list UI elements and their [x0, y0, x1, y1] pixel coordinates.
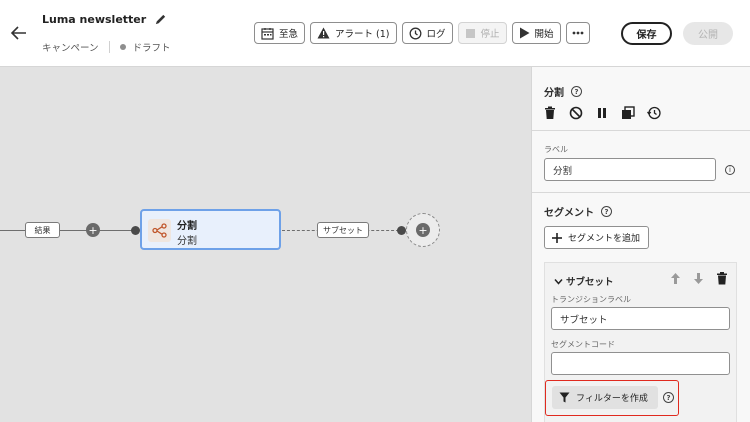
segment-code-input[interactable] [551, 352, 730, 375]
alerts-button[interactable]: アラート (1) [310, 22, 397, 44]
connector-arrow-icon [131, 225, 140, 235]
panel-actions [543, 106, 661, 120]
edge-label-result[interactable]: 結果 [25, 222, 60, 238]
move-up-icon[interactable] [670, 272, 681, 285]
help-icon[interactable]: ? [571, 86, 582, 97]
warning-icon [317, 27, 330, 39]
segment-actions [670, 272, 728, 285]
logs-label: ログ [426, 29, 446, 40]
history-clock-icon [409, 27, 421, 39]
status-label: ドラフト [132, 43, 171, 54]
create-filter-label: フィルターを作成 [576, 394, 648, 404]
filter-funnel-icon [559, 392, 570, 403]
segment-name: サブセット [566, 277, 614, 288]
node-subtitle: 分割 [177, 236, 197, 247]
connector-line [0, 230, 137, 231]
transition-label-input[interactable]: サブセット [551, 307, 730, 330]
back-arrow-icon[interactable] [10, 24, 28, 42]
alerts-label: アラート (1) [335, 29, 390, 40]
divider [108, 41, 110, 53]
move-down-icon[interactable] [693, 272, 704, 285]
breadcrumb[interactable]: キャンペーン [42, 40, 99, 54]
play-icon [519, 27, 530, 39]
add-activity-icon[interactable]: + [86, 223, 100, 237]
plus-icon [552, 232, 562, 243]
history-icon[interactable] [647, 106, 661, 120]
start-button[interactable]: 開始 [511, 22, 561, 44]
create-filter-button[interactable]: フィルターを作成 [552, 386, 658, 409]
delete-icon[interactable] [543, 106, 557, 120]
logs-button[interactable]: ログ [401, 22, 453, 44]
pencil-edit-icon[interactable] [154, 13, 167, 26]
more-options-button[interactable] [565, 22, 590, 44]
stop-button[interactable]: 停止 [457, 22, 507, 44]
divider [532, 130, 750, 131]
transition-label-label: トランジションラベル [551, 295, 631, 304]
segment-code-label: セグメントコード [551, 340, 615, 349]
delete-icon[interactable] [716, 272, 728, 285]
create-filter-highlight: フィルターを作成 ? [545, 380, 679, 416]
add-segment-button[interactable]: セグメントを追加 [544, 226, 649, 249]
split-branch-icon [148, 219, 171, 242]
calendar-icon [261, 27, 274, 40]
workflow-canvas[interactable]: 結果 + 分割 分割 サブセット + [0, 67, 531, 422]
campaign-title: Luma newsletter [42, 13, 147, 26]
urgent-label: 至急 [279, 29, 299, 40]
edge-label-subset[interactable]: サブセット [317, 222, 369, 238]
add-activity-icon[interactable]: + [416, 223, 430, 237]
add-segment-label: セグメントを追加 [568, 234, 641, 244]
help-icon[interactable]: ? [601, 206, 612, 217]
duplicate-icon[interactable] [621, 106, 635, 120]
label-field-label: ラベル [544, 145, 568, 154]
info-icon[interactable]: i [725, 165, 735, 175]
segment-card: サブセット トランジションラベル サブセット セグメントコード フィルターを作成… [544, 262, 737, 422]
help-icon[interactable]: ? [663, 392, 674, 403]
node-title: 分割 [177, 221, 197, 232]
pause-icon[interactable] [595, 106, 609, 120]
drop-zone[interactable]: + [406, 213, 440, 247]
divider [532, 192, 750, 193]
toolbar: 至急 アラート (1) ログ 停止 開始 [254, 22, 590, 44]
stop-label: 停止 [480, 29, 500, 40]
publish-button[interactable]: 公開 [683, 22, 733, 45]
save-button[interactable]: 保存 [621, 22, 672, 45]
connector-arrow-icon [397, 225, 406, 235]
stop-icon [465, 28, 475, 38]
segment-header[interactable]: サブセット [554, 274, 614, 288]
disable-icon[interactable] [569, 106, 583, 120]
properties-panel: 分割 ? ラベル 分割 i セグメント ? セグメントを追加 サブセット トラン… [531, 67, 750, 422]
chevron-down-icon [554, 278, 563, 285]
top-header: Luma newsletter キャンペーン ドラフト 至急 アラート (1) … [0, 0, 750, 67]
urgent-button[interactable]: 至急 [254, 22, 306, 44]
panel-title: 分割 [544, 88, 564, 99]
split-activity-node[interactable]: 分割 分割 [140, 209, 281, 250]
segments-title: セグメント [544, 208, 594, 219]
start-label: 開始 [534, 29, 554, 40]
more-dots-icon [572, 31, 583, 35]
label-input[interactable]: 分割 [544, 158, 716, 181]
status-dot-icon [119, 44, 126, 50]
